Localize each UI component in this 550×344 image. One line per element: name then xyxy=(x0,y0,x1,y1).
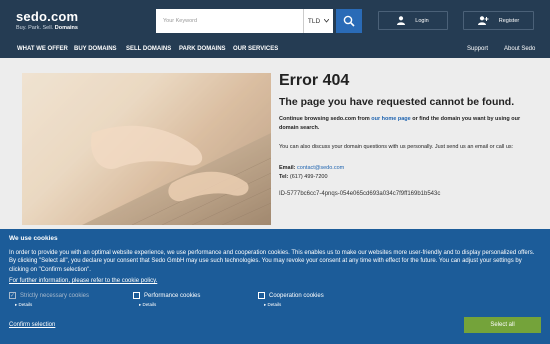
details-toggle[interactable]: ▸ Details xyxy=(264,302,324,308)
nav-what-we-offer[interactable]: WHAT WE OFFER xyxy=(17,46,68,52)
tld-label: TLD xyxy=(307,17,321,25)
keyboard-typing-photo xyxy=(22,73,271,225)
login-label: Login xyxy=(415,17,429,24)
performance-checkbox[interactable] xyxy=(133,292,140,299)
error-content: Error 404 The page you have requested ca… xyxy=(279,72,541,197)
search-button[interactable] xyxy=(336,9,362,33)
browse-paragraph: Continue browsing sedo.com from our home… xyxy=(279,116,521,131)
add-user-icon xyxy=(477,16,489,25)
nav-park-domains[interactable]: PARK DOMAINS xyxy=(179,46,226,52)
site-header: sedo.com Buy. Park. Sell. Domains TLD Lo… xyxy=(0,0,550,58)
details-toggle[interactable]: ▸ Details xyxy=(139,302,200,308)
cookie-banner: We use cookies In order to provide you w… xyxy=(0,229,550,344)
nav-support[interactable]: Support xyxy=(467,46,488,52)
details-toggle[interactable]: ▸ Details xyxy=(15,302,89,308)
checkbox-checked: ✓ xyxy=(9,292,16,299)
main-nav: WHAT WE OFFER BUY DOMAINS SELL DOMAINS P… xyxy=(0,42,550,58)
tld-select[interactable]: TLD xyxy=(303,9,333,33)
cookie-option-necessary: ✓ Strictly necessary cookies ▸ Details xyxy=(9,292,89,308)
search-icon xyxy=(343,15,355,27)
cookie-title: We use cookies xyxy=(9,235,58,242)
contact-info: Email: contact@sedo.com Tel: (617) 499-7… xyxy=(279,165,345,180)
search-input[interactable] xyxy=(156,9,303,33)
contact-paragraph: You can also discuss your domain questio… xyxy=(279,144,514,150)
cookie-option-label: Performance cookies xyxy=(144,292,201,299)
error-title: Error 404 xyxy=(279,72,350,89)
nav-our-services[interactable]: OUR SERVICES xyxy=(233,46,278,52)
logo-text: sedo.com xyxy=(16,9,79,24)
confirm-selection-link[interactable]: Confirm selection xyxy=(9,322,55,328)
home-page-link[interactable]: our home page xyxy=(371,116,410,122)
register-button[interactable]: Register xyxy=(463,11,534,30)
register-label: Register xyxy=(498,17,520,24)
error-id: ID-5777bc6cc7-4pnqs-054e065cd693a034c7f9… xyxy=(279,191,441,197)
cookie-text: In order to provide you with an optimal … xyxy=(9,250,535,273)
logo-tagline: Buy. Park. Sell. Domains xyxy=(16,25,78,31)
user-icon xyxy=(397,16,406,25)
email-link[interactable]: contact@sedo.com xyxy=(297,165,344,171)
cookie-policy-link[interactable]: For further information, please refer to… xyxy=(9,278,157,284)
error-subtitle: The page you have requested cannot be fo… xyxy=(279,96,515,108)
nav-about-sedo[interactable]: About Sedo xyxy=(504,46,535,52)
sedo-logo[interactable]: sedo.com Buy. Park. Sell. Domains xyxy=(16,9,79,32)
nav-sell-domains[interactable]: SELL DOMAINS xyxy=(126,46,171,52)
domain-search: TLD xyxy=(156,9,362,33)
nav-buy-domains[interactable]: BUY DOMAINS xyxy=(74,46,117,52)
phone-number: (617) 499-7200 xyxy=(289,174,328,180)
chevron-down-icon xyxy=(324,19,330,23)
cooperation-checkbox[interactable] xyxy=(258,292,265,299)
login-button[interactable]: Login xyxy=(378,11,448,30)
cookie-option-label: Strictly necessary cookies xyxy=(20,292,90,299)
cookie-option-cooperation: Cooperation cookies ▸ Details xyxy=(258,292,324,308)
cookie-option-performance: Performance cookies ▸ Details xyxy=(133,292,200,308)
select-all-button[interactable]: Select all xyxy=(464,317,541,333)
cookie-option-label: Cooperation cookies xyxy=(269,292,324,299)
